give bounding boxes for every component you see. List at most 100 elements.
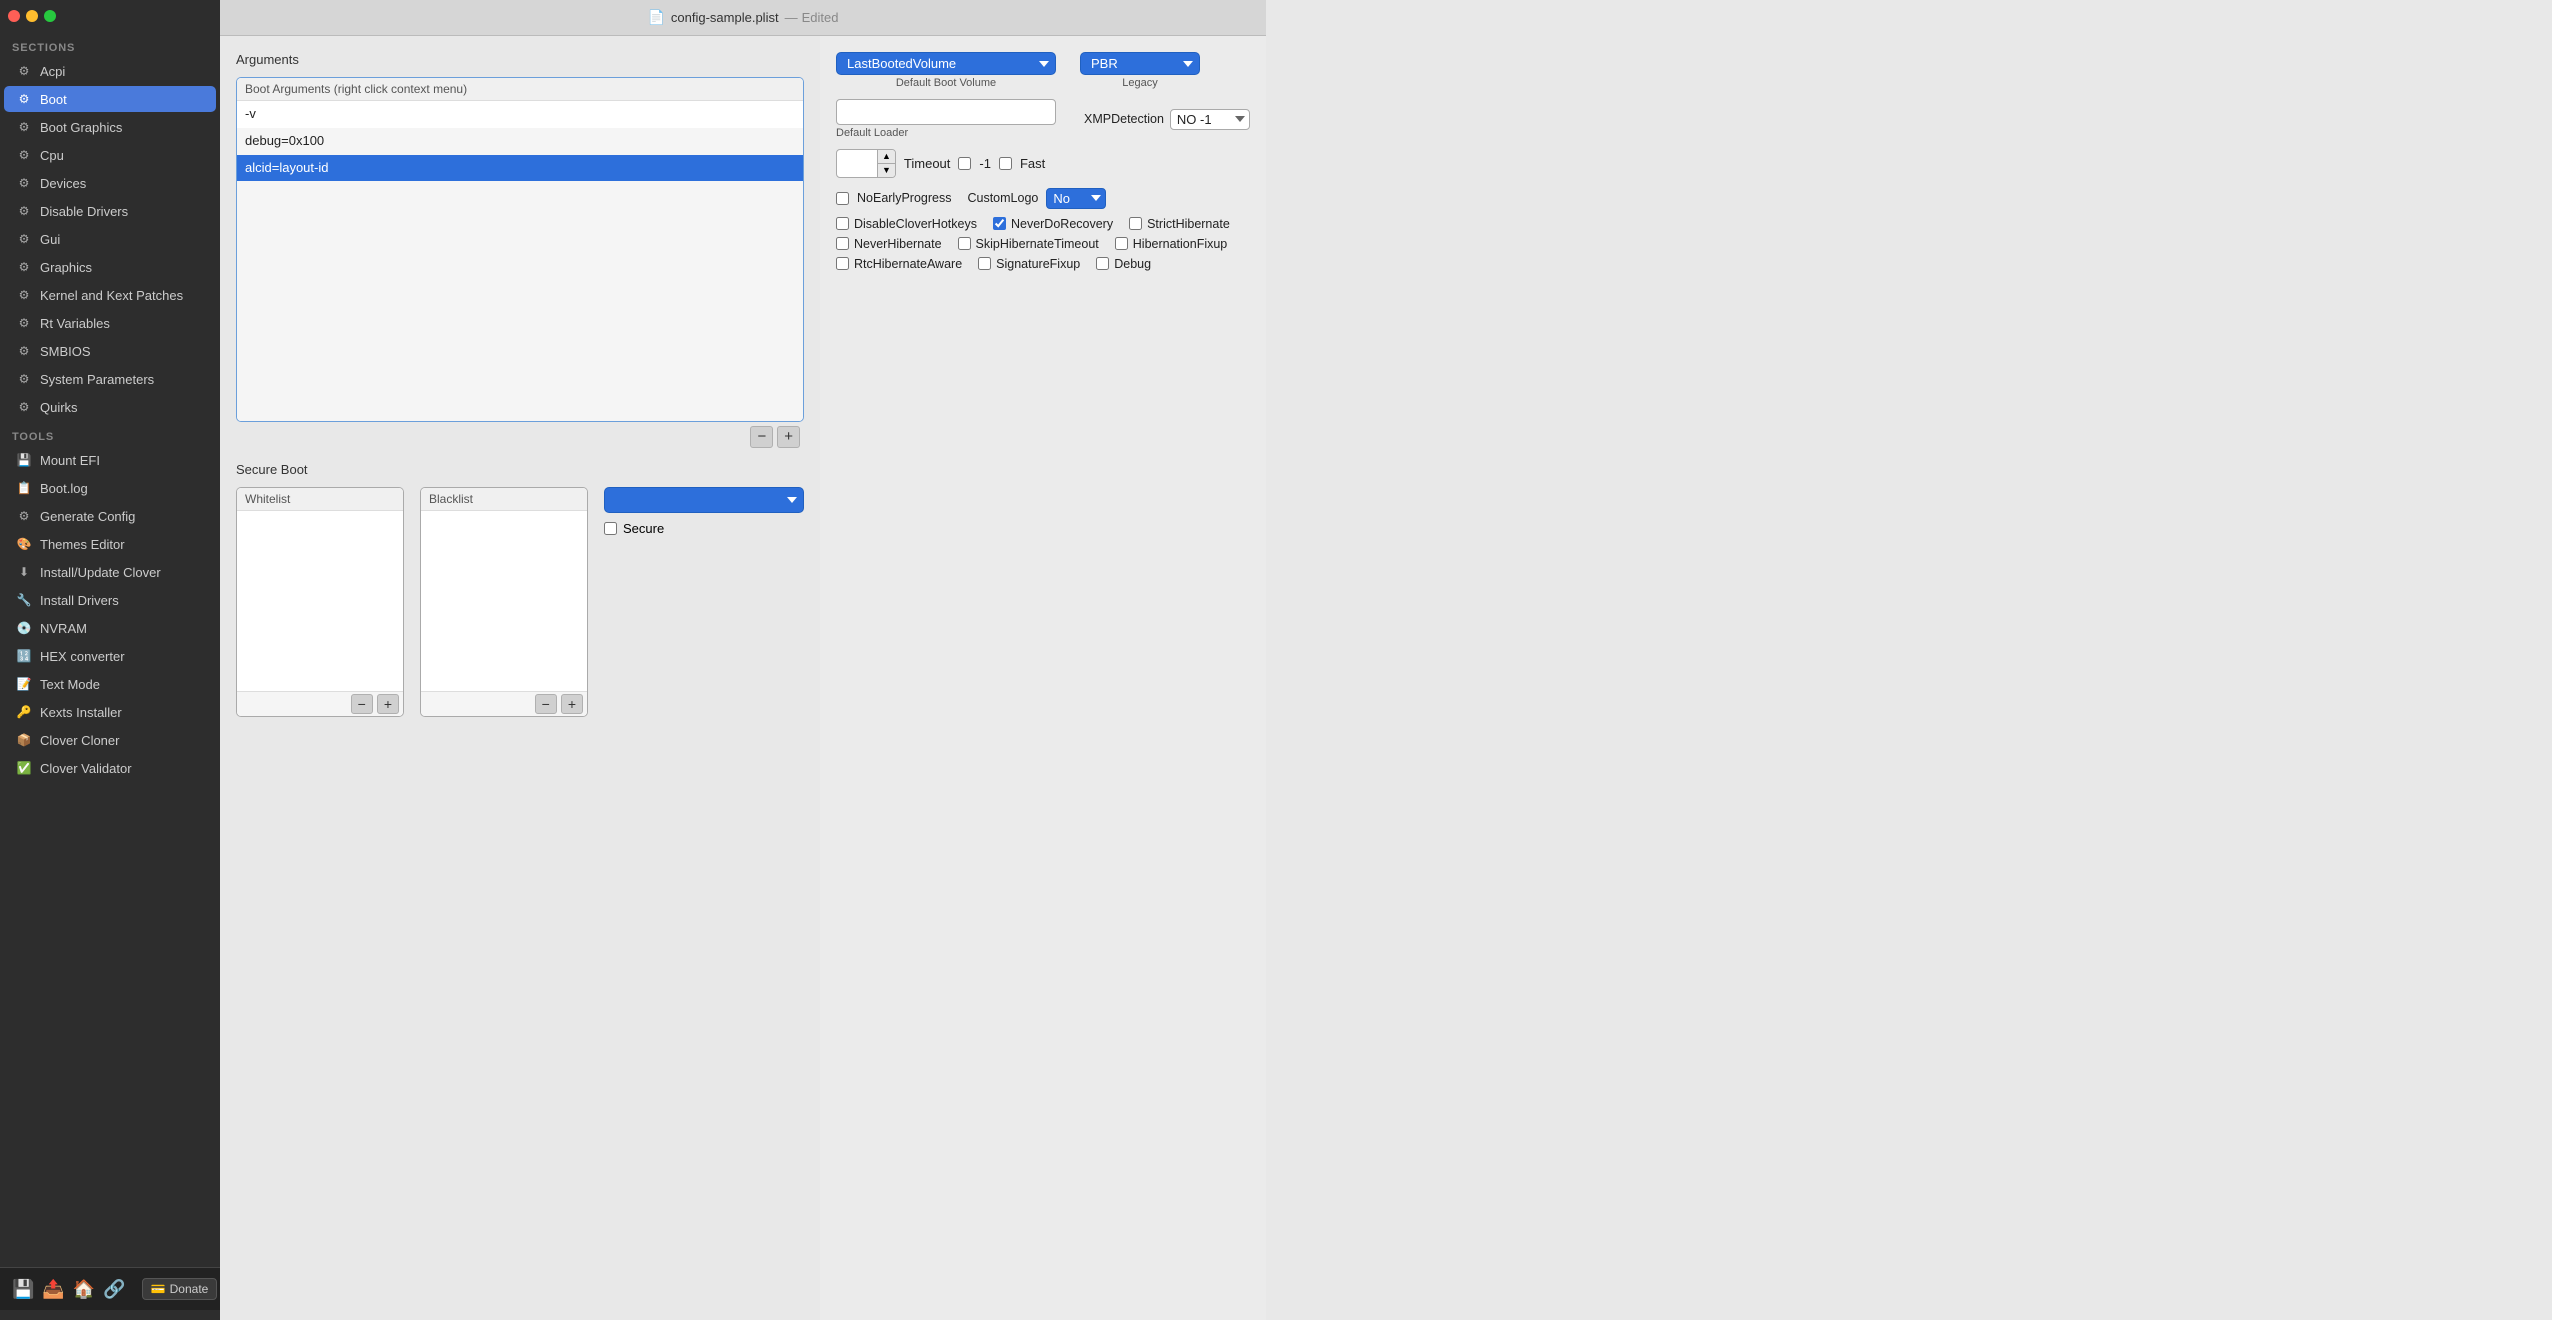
- quirks-icon: ⚙: [16, 399, 32, 415]
- checkbox-row-3: RtcHibernateAware SignatureFixup Debug: [836, 257, 1250, 271]
- secure-boot-label: Secure Boot: [236, 462, 804, 477]
- save-bottom-icon[interactable]: 💾: [12, 1279, 34, 1300]
- sidebar-item-text-mode[interactable]: 📝 Text Mode: [4, 671, 216, 697]
- timeout-input[interactable]: 5: [837, 153, 877, 174]
- spinner-up[interactable]: ▲: [878, 150, 895, 164]
- close-button[interactable]: [8, 10, 20, 22]
- sidebar-item-devices[interactable]: ⚙ Devices: [4, 170, 216, 196]
- never-hibernate-label: NeverHibernate: [854, 237, 942, 251]
- add-blacklist-button[interactable]: +: [561, 694, 583, 714]
- clover-cloner-icon: 📦: [16, 732, 32, 748]
- smbios-icon: ⚙: [16, 343, 32, 359]
- arg-item-3[interactable]: alcid=layout-id: [237, 155, 803, 182]
- sidebar-item-rt-variables[interactable]: ⚙ Rt Variables: [4, 310, 216, 336]
- blacklist-box: Blacklist − +: [420, 487, 588, 717]
- timeout-label: Timeout: [904, 156, 950, 171]
- remove-arg-button[interactable]: −: [750, 426, 773, 448]
- args-controls: − +: [236, 424, 804, 450]
- arg-item-9: [237, 301, 803, 325]
- clover-validator-icon: ✅: [16, 760, 32, 776]
- custom-logo-select[interactable]: No: [1046, 188, 1106, 209]
- sidebar-item-install-update-clover[interactable]: ⬇ Install/Update Clover: [4, 559, 216, 585]
- share-bottom-icon[interactable]: 🔗: [103, 1279, 125, 1300]
- minimize-button[interactable]: [26, 10, 38, 22]
- arg-item-1[interactable]: -v: [237, 101, 803, 128]
- sidebar-item-generate-config[interactable]: ⚙ Generate Config: [4, 503, 216, 529]
- export-bottom-icon[interactable]: 📤: [42, 1279, 64, 1300]
- install-clover-icon: ⬇: [16, 564, 32, 580]
- acpi-icon: ⚙: [16, 63, 32, 79]
- signature-fixup-checkbox[interactable]: [978, 257, 991, 270]
- add-whitelist-button[interactable]: +: [377, 694, 399, 714]
- sidebar-item-nvram[interactable]: 💿 NVRAM: [4, 615, 216, 641]
- pbr-select[interactable]: PBR: [1080, 52, 1200, 75]
- rtc-hibernate-aware-label: RtcHibernateAware: [854, 257, 962, 271]
- default-boot-volume-select[interactable]: LastBootedVolume: [836, 52, 1056, 75]
- system-params-icon: ⚙: [16, 371, 32, 387]
- sidebar-item-smbios[interactable]: ⚙ SMBIOS: [4, 338, 216, 364]
- strict-hibernate-checkbox[interactable]: [1129, 217, 1142, 230]
- sidebar-item-boot-log[interactable]: 📋 Boot.log: [4, 475, 216, 501]
- sidebar-item-boot[interactable]: ⚙ Boot: [4, 86, 216, 112]
- xmp-label: XMPDetection: [1084, 112, 1164, 126]
- timeout-fast-checkbox[interactable]: [999, 157, 1012, 170]
- sidebar: SECTIONS ⚙ Acpi ⚙ Boot ⚙ Boot Graphics ⚙…: [0, 0, 220, 1320]
- debug-label: Debug: [1114, 257, 1151, 271]
- default-loader-input[interactable]: [836, 99, 1056, 125]
- secure-right-panel: Secure: [604, 487, 804, 546]
- maximize-button[interactable]: [44, 10, 56, 22]
- remove-blacklist-button[interactable]: −: [535, 694, 557, 714]
- sidebar-item-boot-graphics[interactable]: ⚙ Boot Graphics: [4, 114, 216, 140]
- add-arg-button[interactable]: +: [777, 426, 800, 448]
- loader-xmp-row: Default Loader XMPDetection NO -1: [836, 99, 1250, 139]
- text-mode-icon: 📝: [16, 676, 32, 692]
- no-early-progress-checkbox[interactable]: [836, 192, 849, 205]
- sidebar-item-gui[interactable]: ⚙ Gui: [4, 226, 216, 252]
- sidebar-item-kexts-installer[interactable]: 🔑 Kexts Installer: [4, 699, 216, 725]
- disable-clover-hotkeys-checkbox[interactable]: [836, 217, 849, 230]
- sidebar-item-themes-editor[interactable]: 🎨 Themes Editor: [4, 531, 216, 557]
- remove-whitelist-button[interactable]: −: [351, 694, 373, 714]
- sidebar-item-clover-validator[interactable]: ✅ Clover Validator: [4, 755, 216, 781]
- sidebar-item-graphics[interactable]: ⚙ Graphics: [4, 254, 216, 280]
- sidebar-item-cpu[interactable]: ⚙ Cpu: [4, 142, 216, 168]
- sidebar-item-acpi[interactable]: ⚙ Acpi: [4, 58, 216, 84]
- home-bottom-icon[interactable]: 🏠: [73, 1279, 95, 1300]
- arg-item-7: [237, 253, 803, 277]
- spinner-down[interactable]: ▼: [878, 164, 895, 177]
- never-do-recovery-checkbox[interactable]: [993, 217, 1006, 230]
- arg-item-12: [237, 373, 803, 397]
- arg-item-11: [237, 349, 803, 373]
- arg-item-2[interactable]: debug=0x100: [237, 128, 803, 155]
- never-do-recovery-label: NeverDoRecovery: [1011, 217, 1113, 231]
- sidebar-item-hex-converter[interactable]: 🔢 HEX converter: [4, 643, 216, 669]
- sidebar-item-system-parameters[interactable]: ⚙ System Parameters: [4, 366, 216, 392]
- timeout-neg1-checkbox[interactable]: [958, 157, 971, 170]
- sidebar-item-kernel-kext[interactable]: ⚙ Kernel and Kext Patches: [4, 282, 216, 308]
- sidebar-item-install-drivers[interactable]: 🔧 Install Drivers: [4, 587, 216, 613]
- arg-item-10: [237, 325, 803, 349]
- sidebar-item-quirks[interactable]: ⚙ Quirks: [4, 394, 216, 420]
- never-hibernate-checkbox[interactable]: [836, 237, 849, 250]
- secure-checkbox[interactable]: [604, 522, 617, 535]
- sidebar-item-disable-drivers[interactable]: ⚙ Disable Drivers: [4, 198, 216, 224]
- arg-item-6: [237, 229, 803, 253]
- secure-boot-select[interactable]: [604, 487, 804, 513]
- sidebar-item-mount-efi[interactable]: 💾 Mount EFI: [4, 447, 216, 473]
- whitelist-header: Whitelist: [237, 488, 403, 511]
- pbr-group: PBR Legacy: [1080, 52, 1200, 89]
- signature-fixup-item: SignatureFixup: [978, 257, 1080, 271]
- edited-text: Edited: [802, 10, 839, 25]
- donate-button[interactable]: 💳 Donate: [142, 1278, 218, 1300]
- xmp-select[interactable]: NO -1: [1170, 109, 1250, 130]
- sidebar-item-clover-cloner[interactable]: 📦 Clover Cloner: [4, 727, 216, 753]
- debug-checkbox[interactable]: [1096, 257, 1109, 270]
- content-area: Arguments Boot Arguments (right click co…: [220, 36, 1266, 1320]
- hibernation-fixup-checkbox[interactable]: [1115, 237, 1128, 250]
- never-do-recovery-item: NeverDoRecovery: [993, 217, 1113, 231]
- secure-checkbox-label: Secure: [623, 521, 664, 536]
- rtc-hibernate-aware-checkbox[interactable]: [836, 257, 849, 270]
- legacy-label: Legacy: [1080, 77, 1200, 89]
- skip-hibernate-timeout-checkbox[interactable]: [958, 237, 971, 250]
- edited-label: —: [785, 10, 798, 25]
